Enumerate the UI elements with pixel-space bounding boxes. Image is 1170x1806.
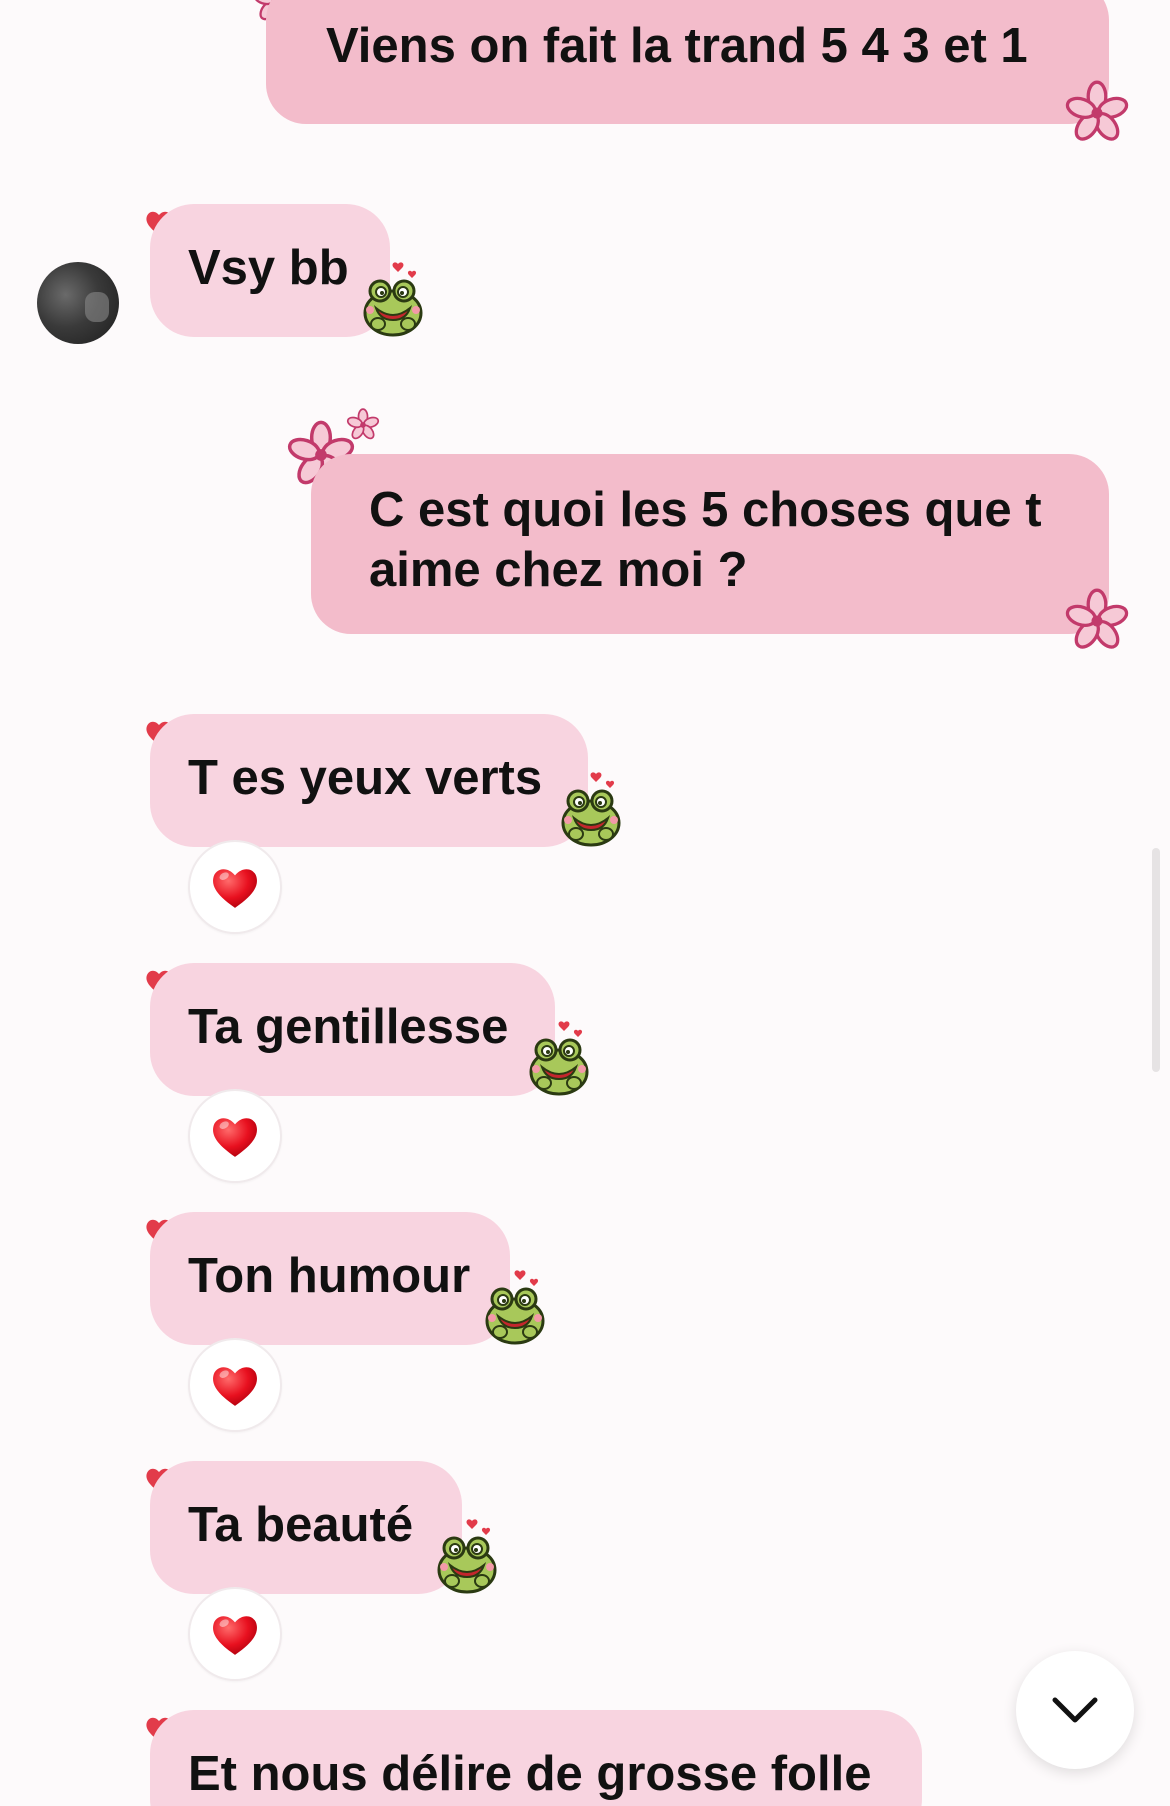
reaction-badge[interactable] bbox=[188, 1587, 282, 1681]
scroll-to-bottom-button[interactable] bbox=[1016, 1651, 1134, 1769]
incoming-message-bubble[interactable]: T es yeux verts bbox=[150, 714, 588, 847]
incoming-message-bubble[interactable]: Et nous délire de grosse folle bbox=[150, 1710, 922, 1806]
frog-sticker-icon bbox=[524, 1011, 594, 1103]
message-text: T es yeux verts bbox=[188, 751, 543, 805]
message-text-line-1: C est quoi les 5 choses que t bbox=[369, 483, 1042, 537]
flower-icon bbox=[1064, 588, 1130, 654]
incoming-message-bubble[interactable]: Ta beauté bbox=[150, 1461, 462, 1594]
scrollbar[interactable] bbox=[1152, 848, 1160, 1072]
incoming-message-bubble[interactable]: Ton humour bbox=[150, 1212, 510, 1345]
chevron-down-icon bbox=[1052, 1697, 1098, 1723]
incoming-message-bubble[interactable]: Ta gentillesse bbox=[150, 963, 555, 1096]
frog-sticker-icon bbox=[432, 1509, 502, 1601]
red-heart-icon bbox=[210, 863, 260, 911]
message-text: Viens on fait la trand 5 4 3 et 1 bbox=[326, 19, 1028, 73]
reaction-badge[interactable] bbox=[188, 1089, 282, 1183]
frog-sticker-icon bbox=[480, 1260, 550, 1352]
message-text: Ton humour bbox=[188, 1249, 471, 1303]
outgoing-message-bubble[interactable]: Viens on fait la trand 5 4 3 et 1 bbox=[266, 0, 1109, 124]
message-text: Vsy bb bbox=[188, 241, 349, 295]
frog-sticker-icon bbox=[556, 762, 626, 854]
red-heart-icon bbox=[210, 1112, 260, 1160]
chat-thread[interactable]: Viens on fait la trand 5 4 3 et 1 Vsy bb… bbox=[0, 0, 1170, 1806]
reaction-badge[interactable] bbox=[188, 1338, 282, 1432]
outgoing-message-bubble[interactable]: C est quoi les 5 choses que t aime chez … bbox=[311, 454, 1109, 634]
message-text: Et nous délire de grosse folle bbox=[188, 1747, 872, 1801]
incoming-message-bubble[interactable]: Vsy bb bbox=[150, 204, 390, 337]
message-text: Ta gentillesse bbox=[188, 1000, 509, 1054]
red-heart-icon bbox=[210, 1610, 260, 1658]
reaction-badge[interactable] bbox=[188, 840, 282, 934]
message-text-line-2: aime chez moi ? bbox=[369, 543, 748, 597]
flower-icon bbox=[346, 408, 380, 442]
message-text: Ta beauté bbox=[188, 1498, 414, 1552]
red-heart-icon bbox=[210, 1361, 260, 1409]
frog-sticker-icon bbox=[358, 252, 428, 344]
avatar[interactable] bbox=[37, 262, 119, 344]
flower-icon bbox=[1064, 80, 1130, 146]
